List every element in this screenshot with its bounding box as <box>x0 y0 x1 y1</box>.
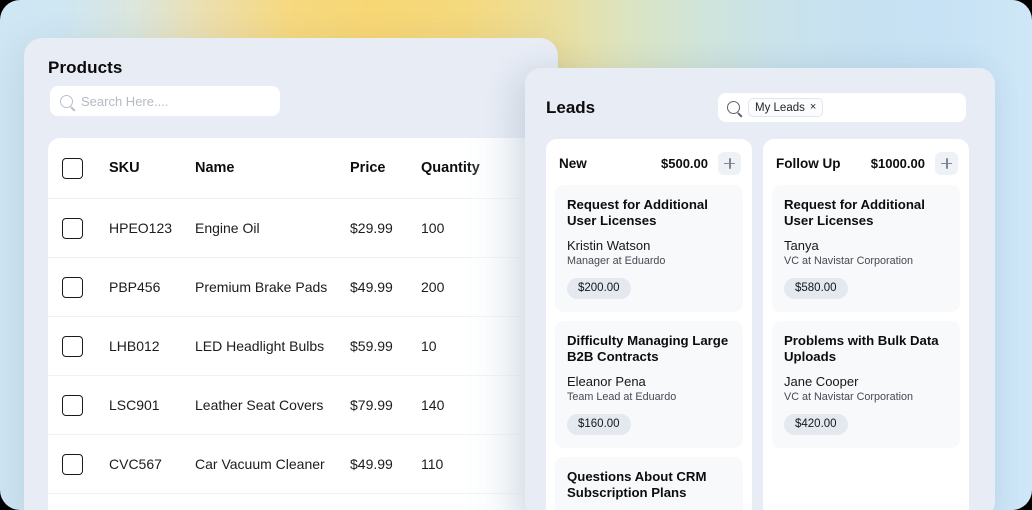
products-panel: Products SKU Name Price Quantity HPEO123… <box>24 38 558 510</box>
cell-name: Engine Oil <box>195 220 260 236</box>
row-checkbox[interactable] <box>62 276 83 298</box>
lead-card[interactable]: Problems with Bulk Data Uploads Jane Coo… <box>772 321 960 449</box>
row-checkbox[interactable] <box>62 335 83 357</box>
column-title: Follow Up <box>776 155 841 171</box>
lead-title: Request for Additional User Licenses <box>567 197 708 228</box>
table-header-row: SKU Name Price Quantity <box>48 138 534 199</box>
products-title: Products <box>48 58 123 77</box>
leads-search-box[interactable]: My Leads × <box>718 93 966 122</box>
lead-role: VC at Navistar Corporation <box>784 391 914 404</box>
plus-icon[interactable] <box>718 151 741 175</box>
plus-icon[interactable] <box>935 151 958 175</box>
row-checkbox[interactable] <box>62 453 83 475</box>
lead-card[interactable]: Questions About CRM Subscription Plans K… <box>555 457 743 510</box>
table-row[interactable]: LHB012 LED Headlight Bulbs $59.99 10 <box>48 317 534 376</box>
screenshot-canvas: Products SKU Name Price Quantity HPEO123… <box>0 0 1032 510</box>
column-header-name: Name <box>195 160 235 176</box>
select-all-checkbox[interactable] <box>62 157 83 179</box>
cell-sku: HPEO123 <box>109 220 173 236</box>
lead-amount-badge: $200.00 <box>567 278 631 300</box>
cell-name: Premium Brake Pads <box>195 279 328 295</box>
lead-person: Tanya <box>784 238 819 254</box>
column-total: $500.00 <box>661 155 708 171</box>
filter-chip-label: My Leads <box>755 101 805 114</box>
lead-role: Manager at Eduardo <box>567 255 666 268</box>
column-header: New $500.00 <box>555 150 743 176</box>
cell-quantity: 10 <box>421 338 437 354</box>
column-title: New <box>559 155 587 171</box>
row-checkbox[interactable] <box>62 394 83 416</box>
cell-quantity: 140 <box>421 397 445 413</box>
lead-person: Kristin Watson <box>567 238 651 254</box>
cell-price: $29.99 <box>350 220 393 236</box>
kanban-column-new: New $500.00 Request for Additional User … <box>546 139 752 510</box>
column-header-price: Price <box>350 160 386 176</box>
column-header: Follow Up $1000.00 <box>772 150 960 176</box>
lead-title: Questions About CRM Subscription Plans <box>567 469 707 500</box>
cell-sku: LHB012 <box>109 338 160 354</box>
table-row[interactable]: CVC567 Car Vacuum Cleaner $49.99 110 <box>48 435 534 494</box>
lead-amount-badge: $580.00 <box>784 278 848 300</box>
leads-title: Leads <box>546 98 596 117</box>
lead-title: Request for Additional User Licenses <box>784 197 925 228</box>
cell-price: $59.99 <box>350 338 393 354</box>
cell-sku: CVC567 <box>109 456 162 472</box>
table-row-partial[interactable] <box>48 494 534 510</box>
cell-name: Car Vacuum Cleaner <box>195 456 325 472</box>
close-icon[interactable]: × <box>810 102 816 113</box>
column-header-sku: SKU <box>109 160 140 176</box>
products-table: SKU Name Price Quantity HPEO123 Engine O… <box>48 138 534 510</box>
column-total: $1000.00 <box>870 155 925 171</box>
cell-price: $49.99 <box>350 456 393 472</box>
products-search-box[interactable] <box>50 86 280 116</box>
cell-quantity: 110 <box>421 456 444 472</box>
leads-panel: Leads My Leads × New $500.00 Request for… <box>525 68 995 510</box>
lead-title: Difficulty Managing Large B2B Contracts <box>567 333 729 364</box>
lead-card[interactable]: Request for Additional User Licenses Kri… <box>555 185 743 313</box>
lead-amount-badge: $160.00 <box>567 414 631 436</box>
table-row[interactable]: PBP456 Premium Brake Pads $49.99 200 <box>48 258 534 317</box>
cell-name: Leather Seat Covers <box>195 397 324 413</box>
search-input[interactable] <box>81 93 270 109</box>
cell-name: LED Headlight Bulbs <box>195 338 325 354</box>
table-row[interactable]: LSC901 Leather Seat Covers $79.99 140 <box>48 376 534 435</box>
lead-role: Team Lead at Eduardo <box>567 391 677 404</box>
cell-price: $49.99 <box>350 279 393 295</box>
lead-role: VC at Navistar Corporation <box>784 255 914 268</box>
search-icon <box>727 101 740 114</box>
lead-person: Eleanor Pena <box>567 374 646 390</box>
cell-sku: LSC901 <box>109 397 160 413</box>
kanban-column-follow-up: Follow Up $1000.00 Request for Additiona… <box>763 139 969 510</box>
lead-amount-badge: $420.00 <box>784 414 848 436</box>
lead-card[interactable]: Request for Additional User Licenses Tan… <box>772 185 960 313</box>
lead-title: Problems with Bulk Data Uploads <box>784 333 939 364</box>
lead-person: Jane Cooper <box>784 374 859 390</box>
column-header-quantity: Quantity <box>421 160 480 176</box>
cell-quantity: 100 <box>421 220 445 236</box>
search-icon <box>60 94 73 108</box>
lead-card[interactable]: Difficulty Managing Large B2B Contracts … <box>555 321 743 449</box>
table-row[interactable]: HPEO123 Engine Oil $29.99 100 <box>48 199 534 258</box>
cell-quantity: 200 <box>421 279 445 295</box>
kanban-columns: New $500.00 Request for Additional User … <box>546 139 995 510</box>
filter-chip-my-leads[interactable]: My Leads × <box>748 98 824 117</box>
cell-sku: PBP456 <box>109 279 161 295</box>
cell-price: $79.99 <box>350 397 393 413</box>
row-checkbox[interactable] <box>62 217 83 239</box>
